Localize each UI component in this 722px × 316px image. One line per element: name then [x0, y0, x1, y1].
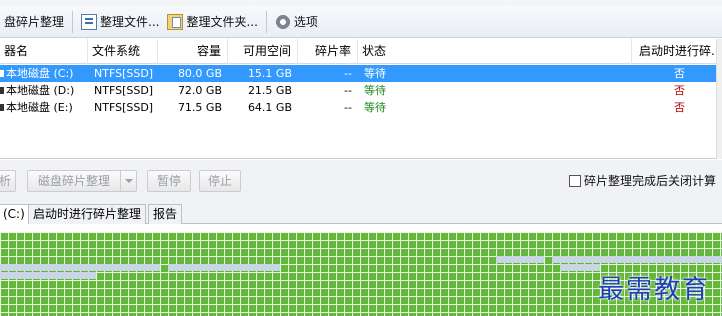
drive-icon: [0, 104, 4, 111]
chevron-down-icon[interactable]: [120, 171, 136, 191]
free-cluster-block: [552, 256, 722, 263]
drive-status: 等待: [364, 67, 386, 80]
drive-list: 器名 文件系统 容量 可用空间 碎片率 状态 启动时进行碎... 本地磁盘 (C…: [0, 39, 722, 159]
free-cluster-block: [0, 272, 96, 279]
column-filesystem[interactable]: 文件系统: [88, 39, 158, 64]
tab-label: 启动时进行碎片整理: [33, 207, 142, 221]
pause-button[interactable]: 暂停: [147, 170, 191, 192]
drive-boot-defrag: 否: [674, 84, 685, 97]
action-bar: 析 磁盘碎片整理 暂停 停止 碎片整理完成后关闭计算: [0, 160, 722, 202]
drive-status: 等待: [364, 84, 386, 97]
toolbar-separator: [265, 10, 267, 33]
toolbar-separator: [72, 10, 74, 33]
document-icon: [81, 13, 98, 30]
defrag-toolbar-label: 盘碎片整理: [4, 15, 65, 29]
options-label: 选项: [293, 15, 318, 29]
list-header: 器名 文件系统 容量 可用空间 碎片率 状态 启动时进行碎...: [0, 39, 722, 64]
column-status[interactable]: 状态: [358, 39, 632, 64]
tab-label: 报告: [153, 207, 178, 221]
drive-name: 本地磁盘 (C:): [6, 67, 74, 80]
drive-filesystem: NTFS[SSD]: [94, 101, 154, 114]
drive-filesystem: NTFS[SSD]: [94, 84, 154, 97]
drive-status: 等待: [364, 101, 386, 114]
analyze-button[interactable]: 析: [0, 170, 16, 192]
free-cluster-block: [496, 256, 544, 263]
defrag-file-button[interactable]: 整理文件...: [77, 10, 163, 34]
analyze-label: 析: [0, 174, 11, 188]
shutdown-option[interactable]: 碎片整理完成后关闭计算: [569, 172, 716, 189]
drive-boot-defrag: 否: [674, 67, 685, 80]
drive-free-space: 64.1 GB: [247, 101, 292, 114]
drive-boot-defrag: 否: [674, 101, 685, 114]
tab-boot-defrag[interactable]: 启动时进行碎片整理: [28, 204, 147, 224]
watermark-text: 最需教育: [598, 275, 711, 305]
defrag-disk-button[interactable]: 磁盘碎片整理: [27, 170, 137, 192]
drive-capacity: 71.5 GB: [177, 101, 222, 114]
tab-bar: (C:) 启动时进行碎片整理 报告: [0, 202, 722, 225]
tab-label: (C:): [3, 207, 25, 221]
tab-report[interactable]: 报告: [148, 204, 183, 224]
drive-name: 本地磁盘 (D:): [6, 84, 75, 97]
gear-icon: [274, 13, 291, 30]
stop-label: 停止: [207, 174, 232, 188]
toolbar: 盘碎片整理 整理文件... 整理文件夹... 选项: [0, 6, 722, 38]
options-button[interactable]: 选项: [271, 10, 322, 34]
shutdown-checkbox-label: 碎片整理完成后关闭计算: [584, 174, 717, 188]
defrag-disk-label: 磁盘碎片整理: [37, 174, 110, 188]
free-cluster-block: [168, 264, 280, 271]
drive-icon: [0, 87, 4, 94]
drive-icon: [0, 70, 4, 77]
stop-button[interactable]: 停止: [199, 170, 241, 192]
drive-capacity: 80.0 GB: [177, 67, 222, 80]
drive-fragmentation: --: [344, 101, 352, 114]
column-fragmentation[interactable]: 碎片率: [298, 39, 358, 64]
shutdown-checkbox[interactable]: [569, 174, 581, 187]
defrag-toolbar-button[interactable]: 盘碎片整理: [0, 10, 68, 34]
drive-free-space: 15.1 GB: [247, 67, 292, 80]
defrag-folder-label: 整理文件夹...: [186, 15, 258, 29]
defrag-file-label: 整理文件...: [100, 15, 160, 29]
column-capacity[interactable]: 容量: [158, 39, 228, 64]
drive-fragmentation: --: [344, 67, 352, 80]
column-free-space[interactable]: 可用空间: [228, 39, 298, 64]
drive-filesystem: NTFS[SSD]: [94, 67, 154, 80]
tab-drive-map[interactable]: (C:): [0, 204, 30, 225]
drive-row[interactable]: 本地磁盘 (D:) NTFS[SSD] 72.0 GB 21.5 GB -- 等…: [0, 82, 722, 99]
drive-fragmentation: --: [344, 84, 352, 97]
defrag-folder-button[interactable]: 整理文件夹...: [163, 10, 261, 34]
column-drive[interactable]: 器名: [0, 39, 88, 64]
column-boot-defrag[interactable]: 启动时进行碎...: [632, 39, 716, 64]
folder-document-icon: [167, 13, 184, 30]
drive-row[interactable]: 本地磁盘 (C:) NTFS[SSD] 80.0 GB 15.1 GB -- 等…: [0, 65, 722, 82]
drive-row[interactable]: 本地磁盘 (E:) NTFS[SSD] 71.5 GB 64.1 GB -- 等…: [0, 99, 722, 116]
pause-label: 暂停: [156, 174, 181, 188]
free-cluster-block: [560, 264, 600, 271]
drive-capacity: 72.0 GB: [177, 84, 222, 97]
drive-name: 本地磁盘 (E:): [6, 101, 73, 114]
drive-free-space: 21.5 GB: [247, 84, 292, 97]
free-cluster-block: [0, 264, 160, 271]
list-scrollbar[interactable]: [716, 39, 722, 159]
